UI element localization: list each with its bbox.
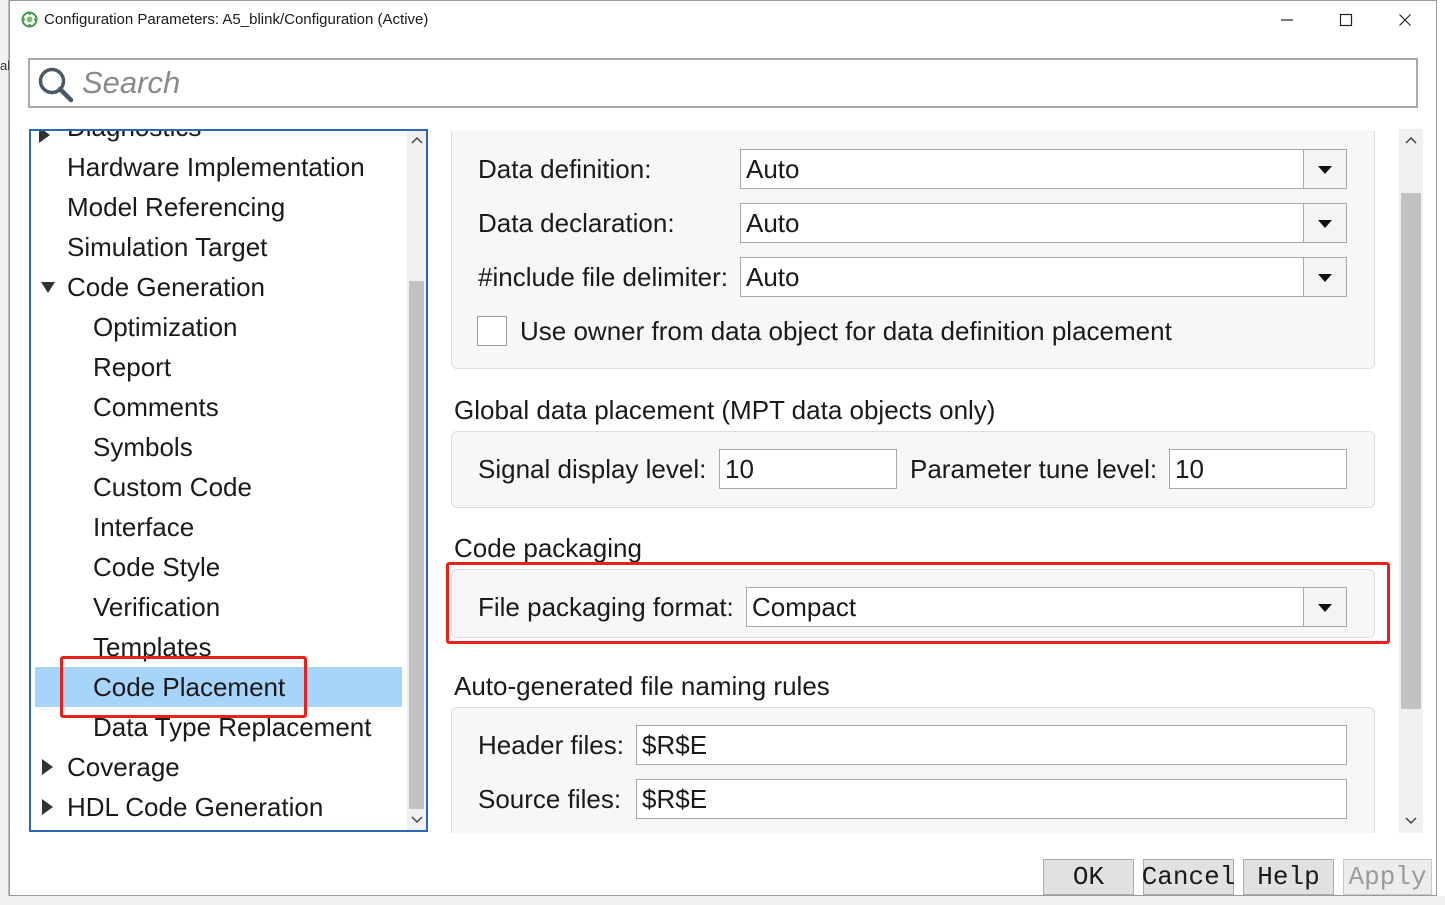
maximize-button[interactable] bbox=[1317, 1, 1375, 39]
tree-item-coverage[interactable]: Coverage bbox=[31, 747, 403, 787]
title-bar: Configuration Parameters: A5_blink/Confi… bbox=[10, 1, 1436, 39]
configuration-parameters-dialog: Configuration Parameters: A5_blink/Confi… bbox=[9, 0, 1437, 896]
data-definition-label: Data definition: bbox=[478, 154, 652, 184]
tree-item-verification[interactable]: Verification bbox=[31, 587, 403, 627]
tree-item-interface[interactable]: Interface bbox=[31, 507, 403, 547]
header-files-label: Header files: bbox=[478, 730, 624, 760]
maximize-icon bbox=[1339, 13, 1353, 27]
data-declaration-label: Data declaration: bbox=[478, 208, 675, 238]
content-scrollbar-thumb[interactable] bbox=[1401, 193, 1421, 709]
tree-item-code-style[interactable]: Code Style bbox=[31, 547, 403, 587]
close-icon bbox=[1399, 14, 1411, 26]
use-owner-checkbox[interactable] bbox=[477, 316, 507, 346]
tree-item-optimization[interactable]: Optimization bbox=[31, 307, 403, 347]
expand-arrow-icon[interactable] bbox=[42, 759, 53, 775]
parameter-tune-level-label: Parameter tune level: bbox=[910, 454, 1158, 484]
search-icon bbox=[38, 67, 74, 103]
tree-item-code-generation[interactable]: Code Generation bbox=[31, 267, 403, 307]
chevron-down-icon[interactable] bbox=[1303, 150, 1346, 188]
signal-display-level-input[interactable]: 10 bbox=[719, 449, 897, 489]
minimize-icon bbox=[1281, 19, 1293, 21]
global-data-placement-title: Global data placement (MPT data objects … bbox=[454, 395, 996, 425]
matlab-app-icon bbox=[21, 11, 38, 28]
tree-scrollbar-thumb[interactable] bbox=[409, 281, 424, 809]
scroll-up-icon[interactable] bbox=[411, 135, 423, 145]
tree-item-model-referencing[interactable]: Model Referencing bbox=[31, 187, 403, 227]
expand-arrow-icon bbox=[39, 131, 50, 143]
category-tree[interactable]: Diagnostics Hardware Implementation Mode… bbox=[29, 129, 428, 832]
tree-item-report[interactable]: Report bbox=[31, 347, 403, 387]
cancel-button[interactable]: Cancel bbox=[1142, 859, 1235, 895]
help-button[interactable]: Help bbox=[1243, 859, 1334, 895]
tree-item-symbols[interactable]: Symbols bbox=[31, 427, 403, 467]
tree-item-comments[interactable]: Comments bbox=[31, 387, 403, 427]
scroll-down-icon[interactable] bbox=[1405, 816, 1417, 826]
chevron-down-icon[interactable] bbox=[1303, 258, 1346, 296]
close-button[interactable] bbox=[1376, 1, 1434, 39]
tree-item-custom-code[interactable]: Custom Code bbox=[31, 467, 403, 507]
header-files-input[interactable]: $R$E bbox=[636, 725, 1347, 765]
tree-item-diagnostics[interactable]: Diagnostics bbox=[31, 131, 403, 147]
data-declaration-dropdown[interactable]: Auto bbox=[740, 203, 1347, 243]
minimize-button[interactable] bbox=[1258, 1, 1316, 39]
annotation-highlight-box bbox=[446, 562, 1390, 644]
scroll-down-icon[interactable] bbox=[411, 815, 423, 825]
apply-button[interactable]: Apply bbox=[1343, 859, 1432, 895]
tree-item-hdl-code-generation[interactable]: HDL Code Generation bbox=[31, 787, 403, 827]
signal-display-level-label: Signal display level: bbox=[478, 454, 707, 484]
tree-item-hardware-implementation[interactable]: Hardware Implementation bbox=[31, 147, 403, 187]
use-owner-label: Use owner from data object for data defi… bbox=[520, 316, 1172, 346]
background-window-strip bbox=[0, 0, 9, 905]
source-files-label: Source files: bbox=[478, 784, 622, 814]
include-delimiter-dropdown[interactable]: Auto bbox=[740, 257, 1347, 297]
window-title: Configuration Parameters: A5_blink/Confi… bbox=[44, 11, 429, 28]
expand-arrow-icon[interactable] bbox=[42, 799, 53, 815]
data-definition-dropdown[interactable]: Auto bbox=[740, 149, 1347, 189]
tree-item-simulation-target[interactable]: Simulation Target bbox=[31, 227, 403, 267]
chevron-down-icon[interactable] bbox=[1303, 204, 1346, 242]
annotation-highlight-box bbox=[60, 656, 307, 718]
file-naming-rules-title: Auto-generated file naming rules bbox=[454, 671, 830, 701]
source-files-input[interactable]: $R$E bbox=[636, 779, 1347, 819]
collapse-arrow-icon[interactable] bbox=[41, 282, 55, 293]
background-window-bottom bbox=[0, 896, 1445, 905]
ok-button[interactable]: OK bbox=[1043, 859, 1134, 895]
parameter-tune-level-input[interactable]: 10 bbox=[1169, 449, 1347, 489]
search-box[interactable] bbox=[28, 58, 1418, 108]
search-input[interactable] bbox=[82, 64, 1402, 102]
scroll-up-icon[interactable] bbox=[1405, 135, 1417, 145]
code-packaging-title: Code packaging bbox=[454, 533, 642, 563]
include-delimiter-label: #include file delimiter: bbox=[478, 262, 729, 292]
